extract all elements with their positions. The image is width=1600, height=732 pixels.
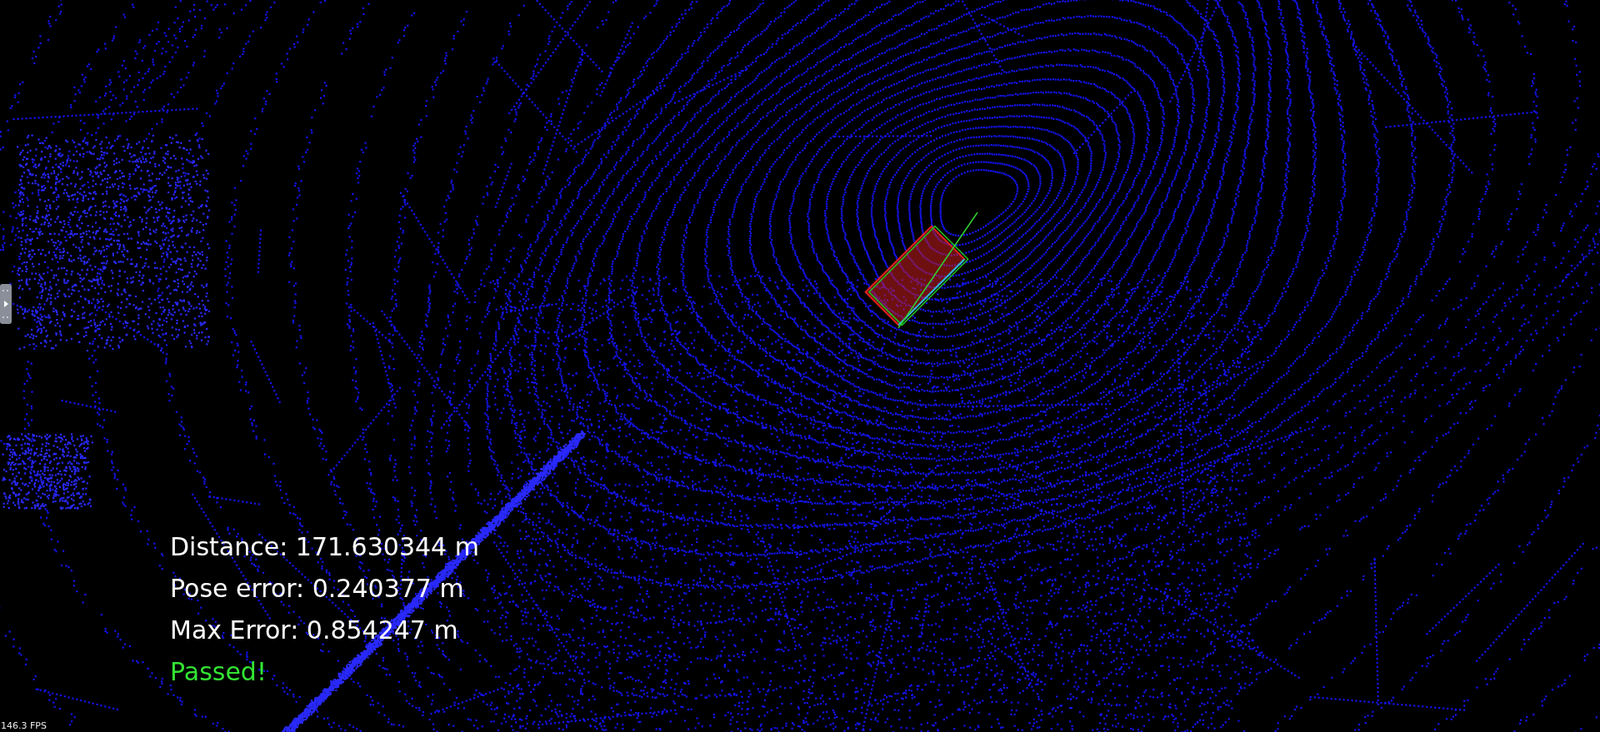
metric-line: Max Error: 0.854247 m <box>166 613 483 649</box>
fps-counter: 146.3 FPS <box>0 720 47 732</box>
metrics-overlay: Distance: 171.630344 m Pose error: 0.2403… <box>166 530 483 690</box>
metric-line: Distance: 171.630344 m <box>166 530 483 565</box>
metric-line: Pose error: 0.240377 m <box>166 571 483 607</box>
viewer-canvas[interactable]: Distance: 171.630344 m Pose error: 0.2403… <box>0 0 1600 732</box>
metric-line: Passed! <box>166 655 483 690</box>
side-panel-toggle-icon[interactable] <box>0 284 12 325</box>
